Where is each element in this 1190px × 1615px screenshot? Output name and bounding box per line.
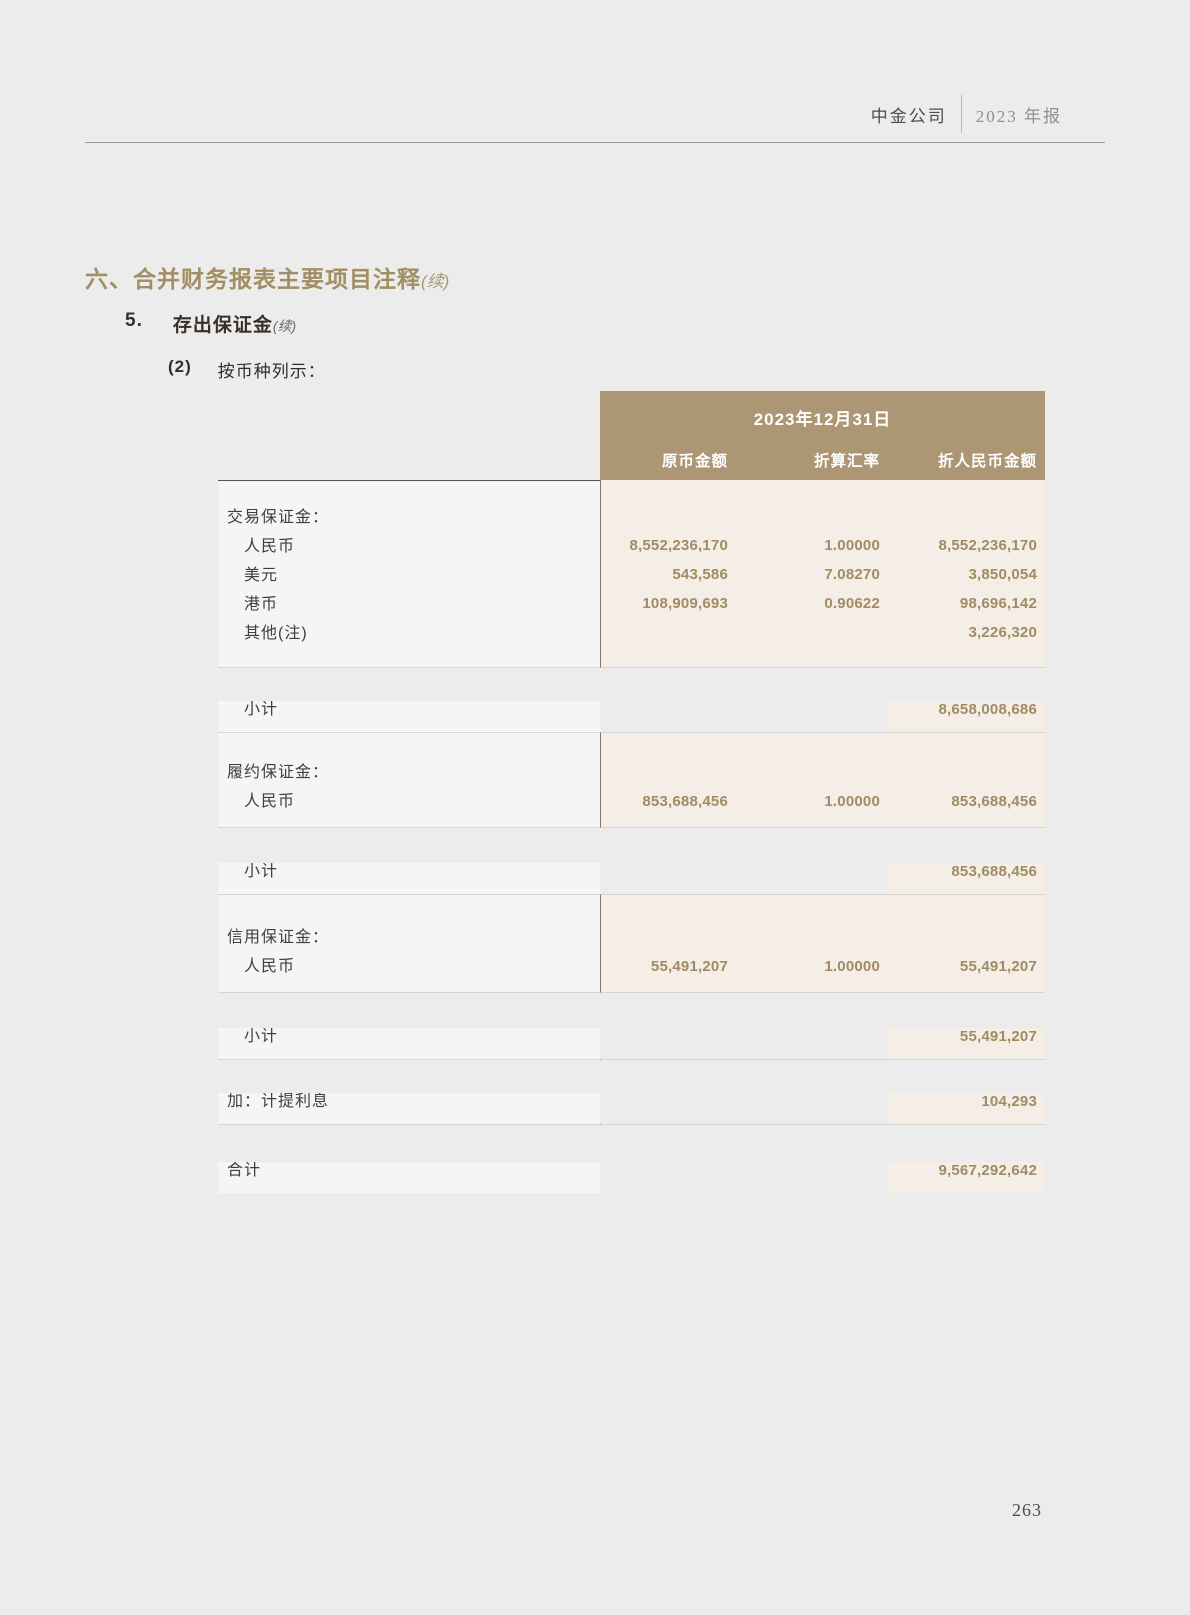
table-row-subtotal-performance: 小计 853,688,456 bbox=[218, 828, 1045, 895]
row-label-group-title: 履约保证金： bbox=[218, 758, 600, 787]
currency-breakdown-table: 2023年12月31日 原币金额 折算汇率 折人民币金额 交易保证金： 人民币 … bbox=[218, 391, 1045, 1193]
chapter-heading: 六、合并财务报表主要项目注释(续) bbox=[85, 260, 449, 294]
table-row-group-performance: 履约保证金： 人民币 853,688,456 1.00000 bbox=[218, 733, 1045, 828]
row-label: 人民币 bbox=[218, 952, 600, 981]
cell-exchange-rate: 1.00000 bbox=[736, 531, 888, 560]
cell-rmb-amount: 8,658,008,686 bbox=[938, 701, 1045, 732]
masthead-rule bbox=[85, 142, 1105, 143]
cell-original-amount: 55,491,207 bbox=[601, 952, 736, 981]
cell-rmb-amount: 55,491,207 bbox=[888, 952, 1045, 981]
subsection-title: 按币种列示： bbox=[218, 357, 326, 382]
col-header-original-amount: 原币金额 bbox=[600, 449, 736, 471]
table-header: 2023年12月31日 原币金额 折算汇率 折人民币金额 bbox=[600, 391, 1045, 480]
cell-original-amount: 853,688,456 bbox=[601, 787, 736, 816]
table-row-accrued-interest: 加：计提利息 104,293 bbox=[218, 1060, 1045, 1125]
cell-original-amount bbox=[601, 618, 736, 647]
section-heading: 5. 存出保证金(续) bbox=[125, 310, 296, 337]
masthead-divider bbox=[961, 95, 962, 133]
cell-original-amount: 8,552,236,170 bbox=[601, 531, 736, 560]
row-label-total: 合计 bbox=[218, 1162, 261, 1193]
table-header-columns: 原币金额 折算汇率 折人民币金额 bbox=[600, 449, 1045, 471]
chapter-heading-continued: (续) bbox=[421, 272, 449, 291]
row-label-subtotal: 小计 bbox=[218, 1028, 278, 1059]
cell-rmb-amount: 3,850,054 bbox=[888, 560, 1045, 589]
row-label-subtotal: 小计 bbox=[218, 863, 278, 894]
page-number: 263 bbox=[1012, 1500, 1042, 1521]
cell-exchange-rate: 0.90622 bbox=[736, 589, 888, 618]
cell-rmb-amount: 853,688,456 bbox=[951, 863, 1045, 894]
row-label-subtotal: 小计 bbox=[218, 701, 278, 732]
section-title-text: 存出保证金 bbox=[173, 315, 273, 336]
cell-exchange-rate bbox=[736, 618, 888, 647]
cell-rmb-amount: 3,226,320 bbox=[888, 618, 1045, 647]
table-body: 交易保证金： 人民币 美元 港币 其他(注) 8,552,236,170 543… bbox=[218, 480, 1045, 1193]
row-label: 加：计提利息 bbox=[218, 1093, 329, 1124]
cell-exchange-rate: 1.00000 bbox=[736, 787, 888, 816]
table-row-subtotal-trading: 小计 8,658,008,686 bbox=[218, 668, 1045, 733]
table-row-grand-total: 合计 9,567,292,642 bbox=[218, 1125, 1045, 1193]
report-year: 2023 年报 bbox=[976, 102, 1062, 127]
row-label: 美元 bbox=[218, 561, 600, 590]
cell-exchange-rate: 1.00000 bbox=[736, 952, 888, 981]
table-header-date: 2023年12月31日 bbox=[600, 405, 1045, 430]
row-label: 港币 bbox=[218, 590, 600, 619]
row-label: 其他(注) bbox=[218, 619, 600, 648]
cell-rmb-amount: 9,567,292,642 bbox=[938, 1162, 1045, 1193]
cell-exchange-rate: 7.08270 bbox=[736, 560, 888, 589]
section-title: 存出保证金(续) bbox=[173, 310, 296, 337]
table-row-group-credit: 信用保证金： 人民币 55,491,207 1.00000 bbox=[218, 895, 1045, 993]
row-label-group-title: 交易保证金： bbox=[218, 503, 600, 532]
section-title-continued: (续) bbox=[273, 318, 296, 334]
col-header-exchange-rate: 折算汇率 bbox=[736, 449, 888, 471]
table-row-group-trading: 交易保证金： 人民币 美元 港币 其他(注) 8,552,236,170 543… bbox=[218, 480, 1045, 668]
row-label-group-title: 信用保证金： bbox=[218, 923, 600, 952]
chapter-heading-text: 六、合并财务报表主要项目注释 bbox=[85, 266, 421, 292]
company-name: 中金公司 bbox=[871, 102, 947, 127]
cell-rmb-amount: 8,552,236,170 bbox=[888, 531, 1045, 560]
cell-rmb-amount: 55,491,207 bbox=[960, 1028, 1045, 1059]
table-row-subtotal-credit: 小计 55,491,207 bbox=[218, 993, 1045, 1060]
section-number: 5. bbox=[125, 310, 143, 337]
col-header-rmb-amount: 折人民币金额 bbox=[888, 449, 1045, 471]
cell-rmb-amount: 98,696,142 bbox=[888, 589, 1045, 618]
row-label: 人民币 bbox=[218, 787, 600, 816]
report-page: 中金公司 2023 年报 六、合并财务报表主要项目注释(续) 5. 存出保证金(… bbox=[0, 0, 1190, 1615]
masthead: 中金公司 2023 年报 bbox=[871, 95, 1062, 133]
cell-rmb-amount: 104,293 bbox=[981, 1093, 1045, 1124]
subsection-number: (2) bbox=[168, 357, 192, 382]
cell-original-amount: 543,586 bbox=[601, 560, 736, 589]
cell-original-amount: 108,909,693 bbox=[601, 589, 736, 618]
row-label: 人民币 bbox=[218, 532, 600, 561]
cell-rmb-amount: 853,688,456 bbox=[888, 787, 1045, 816]
subsection-heading: (2) 按币种列示： bbox=[168, 357, 326, 382]
